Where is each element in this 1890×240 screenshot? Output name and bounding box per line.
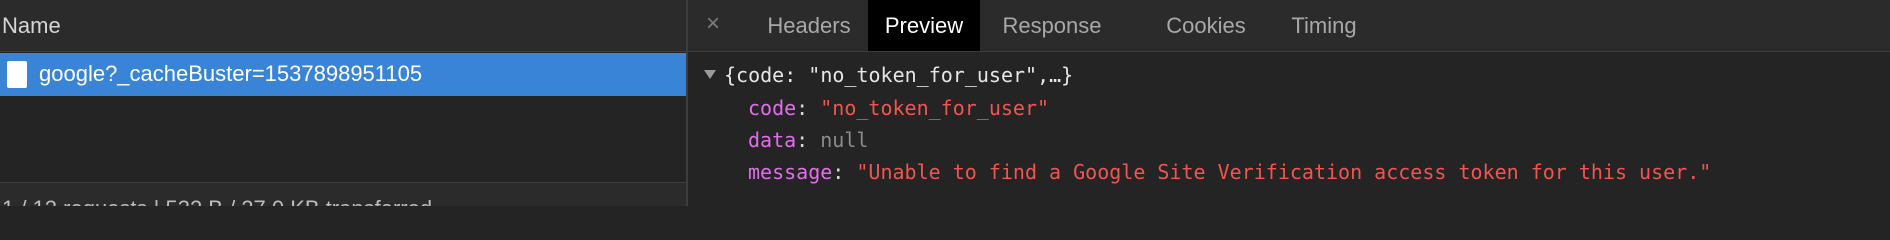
requests-summary-text: 1 / 12 requests | 532 B / 27.0 KB transf…: [2, 196, 432, 206]
json-colon: :: [796, 128, 821, 152]
tab-preview[interactable]: Preview: [868, 0, 980, 51]
json-colon: :: [796, 96, 821, 120]
expand-triangle-icon[interactable]: [704, 70, 716, 79]
json-field-message: message: "Unable to find a Google Site V…: [748, 160, 1711, 184]
tab-headers[interactable]: Headers: [754, 0, 864, 51]
json-field-code: code: "no_token_for_user": [748, 96, 1049, 120]
devtools-network-panel: Name google?_cacheBuster=1537898951105 1…: [0, 0, 1890, 206]
json-colon: :: [832, 160, 857, 184]
name-column-label: Name: [2, 13, 61, 38]
json-string-value: "no_token_for_user": [820, 96, 1050, 120]
json-preview: {code: "no_token_for_user",…} code: "no_…: [688, 53, 1890, 206]
close-icon[interactable]: ×: [706, 12, 720, 36]
request-row[interactable]: google?_cacheBuster=1537898951105: [0, 53, 686, 96]
json-key: data: [748, 128, 797, 152]
json-null-value: null: [820, 128, 869, 152]
json-root-summary[interactable]: {code: "no_token_for_user",…}: [704, 63, 1073, 87]
tab-response[interactable]: Response: [994, 0, 1110, 51]
tab-cookies[interactable]: Cookies: [1154, 0, 1258, 51]
requests-summary-bar: 1 / 12 requests | 532 B / 27.0 KB transf…: [0, 182, 686, 206]
json-key: code: [748, 96, 797, 120]
request-list-panel: Name google?_cacheBuster=1537898951105 1…: [0, 0, 688, 206]
json-string-value: "Unable to find a Google Site Verificati…: [856, 160, 1712, 184]
detail-tabbar: × Headers Preview Response Cookies Timin…: [688, 0, 1890, 52]
tab-timing[interactable]: Timing: [1278, 0, 1370, 51]
document-icon: [7, 61, 27, 88]
name-column-header[interactable]: Name: [0, 0, 686, 52]
json-summary-text: {code: "no_token_for_user",…}: [724, 63, 1074, 87]
json-field-data: data: null: [748, 128, 868, 152]
request-name: google?_cacheBuster=1537898951105: [39, 61, 423, 86]
json-key: message: [748, 160, 833, 184]
request-detail-panel: × Headers Preview Response Cookies Timin…: [688, 0, 1890, 206]
